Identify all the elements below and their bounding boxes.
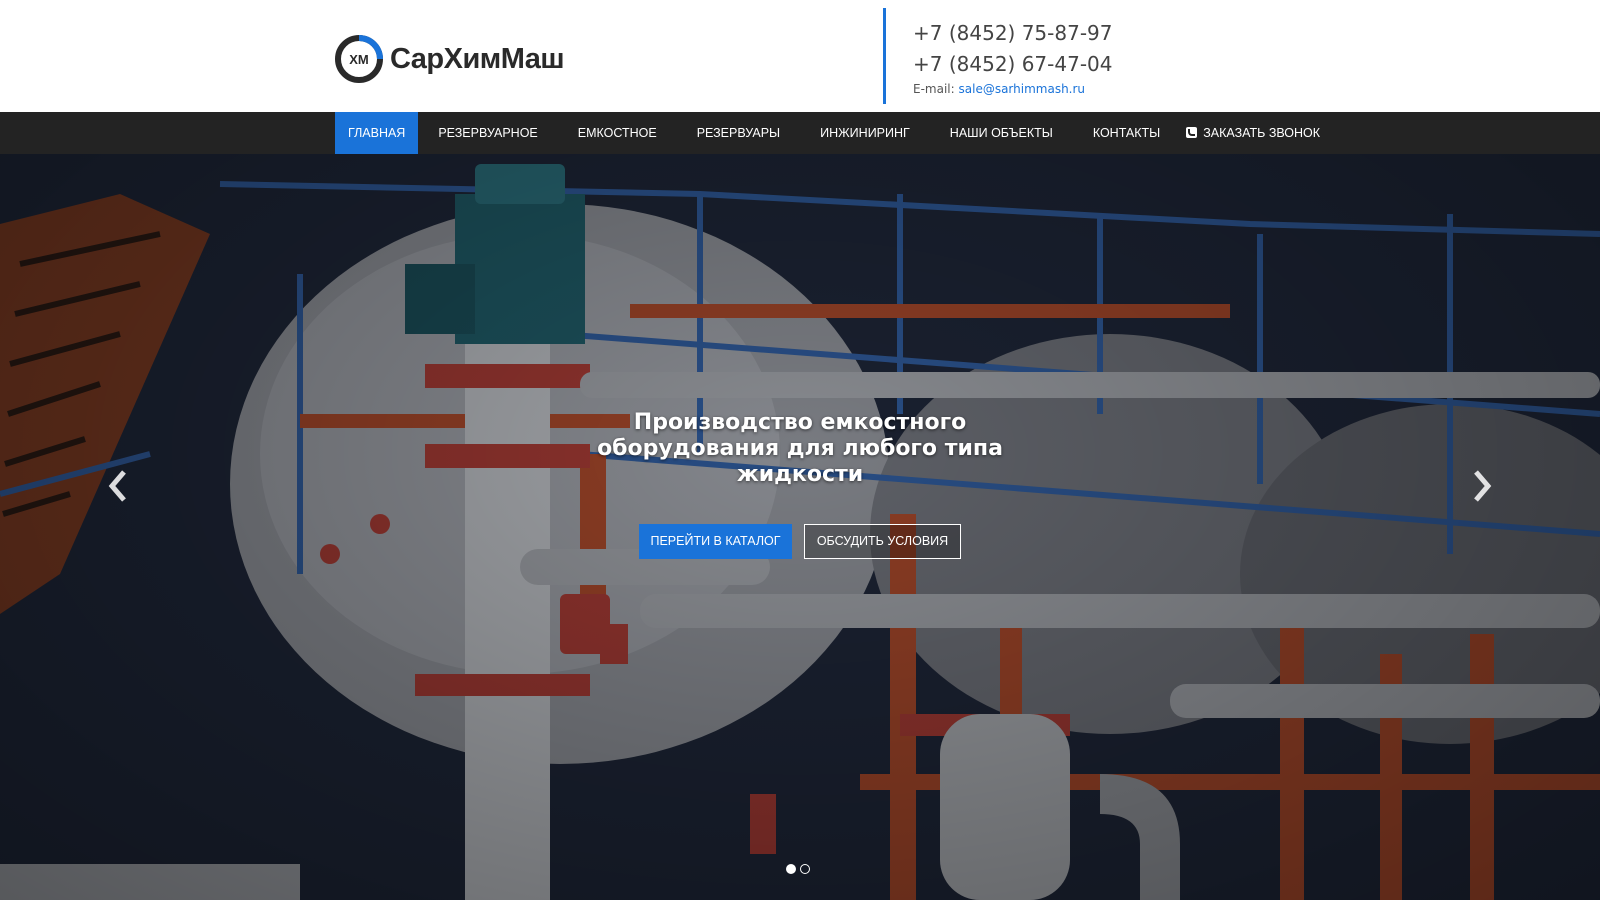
discuss-terms-button[interactable]: Обсудить условия [804,524,961,559]
hero-title: Производство емкостного оборудования для… [597,410,1003,487]
nav-item-label: Резервуары [696,126,781,140]
nav-item-reservoir-equipment[interactable]: Резервуарное [418,112,557,154]
main-nav: Главная Резервуарное Емкостное Резервуар… [0,112,1600,154]
email-label: E-mail: [913,82,955,96]
nav-item-home[interactable]: Главная [335,112,419,154]
header-contacts: +7 (8452) 75-87-97 +7 (8452) 67-47-04 E-… [883,8,1112,104]
nav-item-capacitive-equipment[interactable]: Емкостное [558,112,677,154]
nav-item-reservoirs[interactable]: Резервуары [677,112,800,154]
hero-slider: Производство емкостного оборудования для… [0,154,1600,900]
svg-text:ХМ: ХМ [349,52,369,67]
slider-dot-2[interactable] [800,864,810,874]
nav-item-label: Резервуарное [438,126,538,140]
brand-name: СарХимМаш [390,42,565,75]
catalog-button[interactable]: Перейти в каталог [639,524,792,559]
email-link[interactable]: sale@sarhimmash.ru [959,82,1086,96]
site-logo[interactable]: ХМ СарХимМаш [334,34,565,84]
slider-dot-1[interactable] [786,864,796,874]
chevron-left-icon[interactable] [106,466,130,506]
logo-mark-icon: ХМ [335,35,383,83]
site-header: ХМ СарХимМаш +7 (8452) 75-87-97 +7 (8452… [0,0,1600,112]
nav-menu: Главная Резервуарное Емкостное Резервуар… [335,112,1340,154]
nav-item-order-call[interactable]: Заказать звонок [1180,112,1340,154]
nav-item-label: Главная [348,126,406,140]
nav-item-label: Инжиниринг [820,126,910,140]
nav-item-our-objects[interactable]: Наши объекты [930,112,1073,154]
nav-item-label: Наши объекты [949,126,1053,140]
phone-icon [1186,127,1198,138]
chevron-right-icon[interactable] [1470,466,1494,506]
email-row: E-mail: sale@sarhimmash.ru [913,82,1112,96]
nav-item-contacts[interactable]: Контакты [1073,112,1180,154]
slider-dots [786,864,810,874]
nav-item-label: Контакты [1092,126,1161,140]
hero-overlay [0,154,1600,900]
nav-item-label: Емкостное [577,126,657,140]
nav-item-engineering[interactable]: Инжиниринг [800,112,930,154]
phone-link-1[interactable]: +7 (8452) 75-87-97 [913,18,1112,49]
phone-link-2[interactable]: +7 (8452) 67-47-04 [913,49,1112,80]
nav-item-label: Заказать звонок [1203,126,1321,140]
